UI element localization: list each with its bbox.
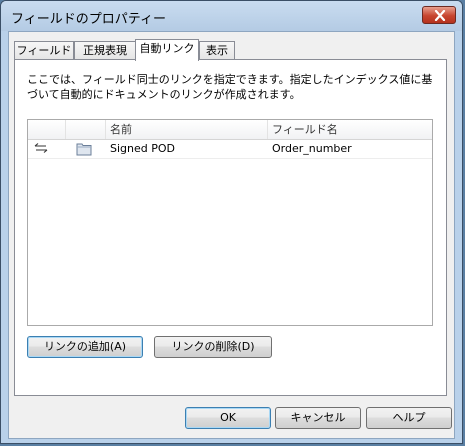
close-icon (434, 10, 446, 21)
name-cell: Signed POD (110, 142, 176, 155)
type-cell (66, 140, 106, 158)
tab-regex[interactable]: 正規表現 (74, 41, 136, 60)
help-button[interactable]: ヘルプ (366, 407, 452, 429)
window-title: フィールドのプロパティー (11, 12, 166, 27)
folder-icon (76, 143, 92, 156)
dialog-client-area: フィールド 正規表現 自動リンク 表示 ここでは、フィールド同士のリンクを指定で… (8, 31, 455, 439)
delete-link-button[interactable]: リンクの削除(D) (154, 336, 272, 358)
add-link-button[interactable]: リンクの追加(A) (27, 336, 143, 358)
auto-link-panel: ここでは、フィールド同士のリンクを指定できます。指定したインデックス値に基づいて… (14, 59, 447, 396)
column-header-field-name[interactable]: フィールド名 (268, 120, 434, 139)
column-header-name[interactable]: 名前 (106, 120, 268, 139)
table-row[interactable]: Signed POD Order_number (28, 140, 432, 159)
tab-auto-link[interactable]: 自動リンク (135, 39, 199, 61)
link-arrows-icon (34, 143, 48, 153)
tab-display[interactable]: 表示 (199, 41, 235, 60)
field-name-cell: Order_number (272, 142, 352, 155)
description-text: ここでは、フィールド同士のリンクを指定できます。指定したインデックス値に基づいて… (27, 73, 433, 101)
column-header-type[interactable] (66, 120, 106, 139)
link-cell (28, 140, 66, 158)
column-header-link[interactable] (28, 120, 66, 139)
tab-field[interactable]: フィールド (14, 41, 74, 60)
cancel-button[interactable]: キャンセル (275, 407, 361, 429)
close-button[interactable] (422, 6, 456, 24)
properties-window: フィールドのプロパティー フィールド 正規表現 自動リンク 表示 ここでは、フィ… (0, 0, 463, 444)
list-header: 名前 フィールド名 (28, 120, 432, 140)
link-list[interactable]: 名前 フィールド名 Signed POD Order_number (27, 119, 433, 326)
ok-button[interactable]: OK (185, 407, 271, 429)
title-bar[interactable]: フィールドのプロパティー (1, 1, 462, 31)
